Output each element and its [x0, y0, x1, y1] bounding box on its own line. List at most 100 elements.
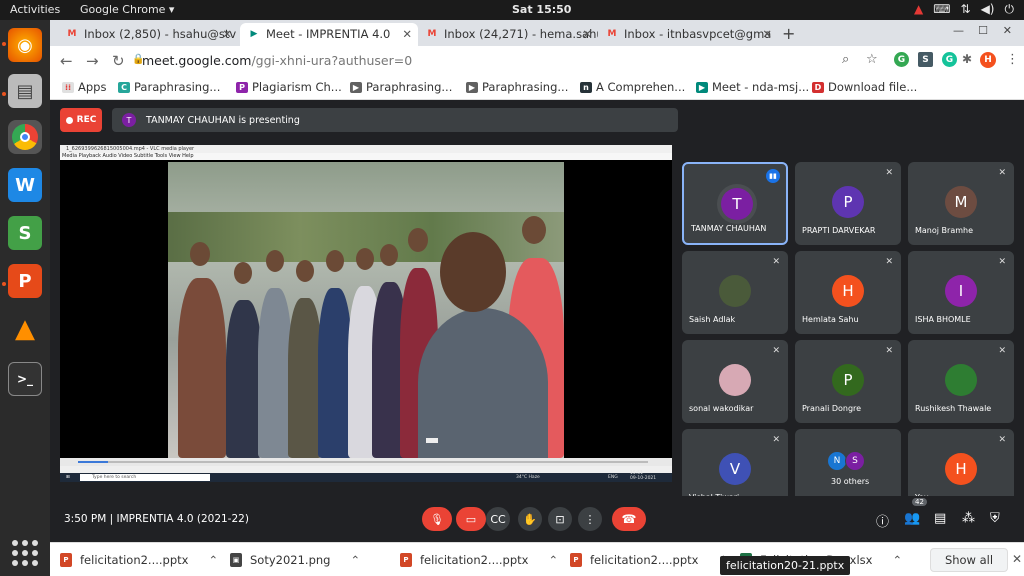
url-field[interactable]: meet.google.com/ggi-xhni-ura?authuser=0: [142, 53, 412, 68]
bookmark-comprehensive[interactable]: n A Comprehen...: [580, 80, 685, 94]
activities-icon[interactable]: ⁂: [962, 511, 975, 526]
back-icon[interactable]: ←: [60, 52, 73, 70]
window-close-icon[interactable]: ✕: [1003, 24, 1012, 37]
bookmark-paraphrasing-2[interactable]: ▶ Paraphrasing...: [350, 80, 452, 94]
bookmark-download[interactable]: D Download file...: [812, 80, 917, 94]
extensions-icon[interactable]: ✱: [962, 52, 972, 66]
vlc-icon[interactable]: ▲: [8, 312, 42, 346]
download-item[interactable]: Pfelicitation2....pptx⌃: [398, 549, 558, 571]
tab-inbox-hsahu[interactable]: M Inbox (2,850) - hsahu@stv ✕: [58, 23, 238, 46]
extension-icon[interactable]: S: [918, 52, 933, 67]
participant-tile[interactable]: M ✕ Manoj Bramhe: [908, 162, 1014, 245]
participant-tile[interactable]: ✕ sonal wakodikar: [682, 340, 788, 423]
chrome-icon[interactable]: [8, 120, 42, 154]
activities-button[interactable]: Activities: [10, 3, 60, 16]
mic-off-button[interactable]: 🎙: [422, 507, 452, 531]
app-menu[interactable]: Google Chrome ▾: [80, 3, 174, 16]
taskbar-search[interactable]: Type here to search: [80, 474, 210, 481]
download-name: felicitation2....pptx: [80, 553, 189, 567]
close-icon[interactable]: ✕: [762, 27, 772, 41]
terminal-icon[interactable]: >_: [8, 362, 42, 396]
calc-icon[interactable]: S: [8, 216, 42, 250]
tab-inbox-itnbas[interactable]: M Inbox - itnbasvpcet@gma ✕: [598, 23, 778, 46]
star-icon[interactable]: ☆: [866, 52, 878, 67]
network-icon[interactable]: ⇅: [961, 2, 971, 17]
leave-call-button[interactable]: ☎: [612, 507, 646, 531]
chevron-up-icon[interactable]: ⌃: [350, 553, 360, 567]
participant-tile[interactable]: ✕ Saish Adlak: [682, 251, 788, 334]
show-all-button[interactable]: Show all: [930, 548, 1008, 572]
tab-label: Meet - IMPRENTIA 4.0: [266, 27, 391, 41]
downloads-shelf: Pfelicitation2....pptx ⌃ ▣ Soty2021.png ⌃ Pfe…: [50, 542, 1024, 576]
close-icon[interactable]: ✕: [402, 27, 412, 41]
participant-tile[interactable]: ✕ Rushikesh Thawale: [908, 340, 1014, 423]
close-icon[interactable]: ✕: [582, 27, 592, 41]
recording-indicator[interactable]: REC: [60, 108, 102, 132]
vlc-controls[interactable]: [60, 466, 672, 473]
people-icon[interactable]: 👥: [904, 511, 920, 526]
tab-inbox-hema[interactable]: M Inbox (24,271) - hema.sahu ✕: [418, 23, 598, 46]
participant-tile[interactable]: P ✕ Pranali Dongre: [795, 340, 901, 423]
show-apps-icon[interactable]: [12, 540, 38, 566]
participant-tile[interactable]: P ✕ PRAPTI DARVEKAR: [795, 162, 901, 245]
windows-start-icon[interactable]: ⊞: [66, 473, 70, 482]
bookmark-paraphrasing-1[interactable]: C Paraphrasing...: [118, 80, 220, 94]
chevron-up-icon[interactable]: ⌃: [892, 553, 902, 567]
participant-tile[interactable]: T ▮▮ TANMAY CHAUHAN: [682, 162, 788, 245]
bookmark-meet[interactable]: ▶ Meet - nda-msj...: [696, 80, 809, 94]
mic-muted-icon: ✕: [998, 257, 1006, 267]
power-icon[interactable]: ⏻: [1005, 2, 1015, 17]
vlc-seek-bar[interactable]: [60, 458, 672, 466]
download-item[interactable]: ▣ Soty2021.png ⌃: [228, 549, 360, 571]
host-controls-icon[interactable]: ⛨: [990, 511, 1000, 526]
close-icon[interactable]: ✕: [222, 27, 232, 41]
files-icon[interactable]: ▤: [8, 74, 42, 108]
zoom-icon[interactable]: ⌕: [842, 52, 849, 67]
screen-share[interactable]: 1_6269399626815005004.mp4 - VLC media pl…: [60, 145, 672, 482]
reload-icon[interactable]: ↻: [112, 52, 125, 70]
info-icon[interactable]: ⓘ: [876, 511, 889, 530]
more-options-button[interactable]: ⋮: [578, 507, 602, 531]
download-item[interactable]: Pfelicitation2....pptx⌃: [568, 549, 728, 571]
new-tab-button[interactable]: +: [782, 24, 795, 43]
chevron-up-icon[interactable]: ⌃: [548, 553, 558, 567]
bookmark-paraphrasing-3[interactable]: ▶ Paraphrasing...: [466, 80, 568, 94]
participant-avatar: H: [832, 275, 864, 307]
participant-name: Hemlata Sahu: [802, 315, 859, 324]
impress-icon[interactable]: P: [8, 264, 42, 298]
profile-avatar[interactable]: H: [980, 52, 996, 68]
close-shelf-icon[interactable]: ✕: [1012, 552, 1022, 566]
forward-icon[interactable]: →: [86, 52, 99, 70]
gmail-icon: M: [67, 29, 77, 39]
system-tray[interactable]: ▲ ⌨ ⇅ ◀) ⏻: [914, 2, 1014, 17]
warning-icon[interactable]: ▲: [914, 2, 923, 17]
keyboard-icon[interactable]: ⌨: [933, 2, 950, 17]
camera-off-button[interactable]: ▭: [456, 507, 486, 531]
maximize-icon[interactable]: ☐: [978, 24, 988, 37]
menu-icon[interactable]: ⋮: [1006, 52, 1019, 67]
grammarly-icon[interactable]: G: [894, 52, 909, 67]
grammarly-icon[interactable]: G: [942, 52, 957, 67]
tab-meet[interactable]: ▶ Meet - IMPRENTIA 4.0 ✕: [240, 23, 418, 46]
participant-avatar: H: [945, 453, 977, 485]
minimize-icon[interactable]: —: [953, 24, 964, 37]
taskbar-clock: 15:51 09-10-2021: [630, 471, 656, 481]
download-item[interactable]: Pfelicitation2....pptx⌃: [58, 549, 218, 571]
chevron-up-icon[interactable]: ⌃: [208, 553, 218, 567]
bookmark-plagiarism[interactable]: P Plagiarism Ch...: [236, 80, 342, 94]
mic-muted-icon: ✕: [998, 168, 1006, 178]
chat-icon[interactable]: ▤: [934, 511, 946, 526]
writer-icon[interactable]: W: [8, 168, 42, 202]
participant-name: Rushikesh Thawale: [915, 404, 992, 413]
participant-tile[interactable]: H ✕ Hemlata Sahu: [795, 251, 901, 334]
firefox-icon[interactable]: ◉: [8, 28, 42, 62]
volume-icon[interactable]: ◀): [981, 2, 995, 17]
captions-button[interactable]: CC: [486, 507, 510, 531]
record-dot-icon: [65, 116, 73, 124]
present-button[interactable]: ⊡: [548, 507, 572, 531]
system-clock[interactable]: Sat 15:50: [512, 3, 571, 16]
raise-hand-button[interactable]: ✋: [518, 507, 542, 531]
url-host: meet.google.com: [142, 53, 252, 68]
bookmark-apps[interactable]: ⁞⁞ Apps: [62, 80, 106, 94]
participant-tile[interactable]: I ✕ ISHA BHOMLE: [908, 251, 1014, 334]
